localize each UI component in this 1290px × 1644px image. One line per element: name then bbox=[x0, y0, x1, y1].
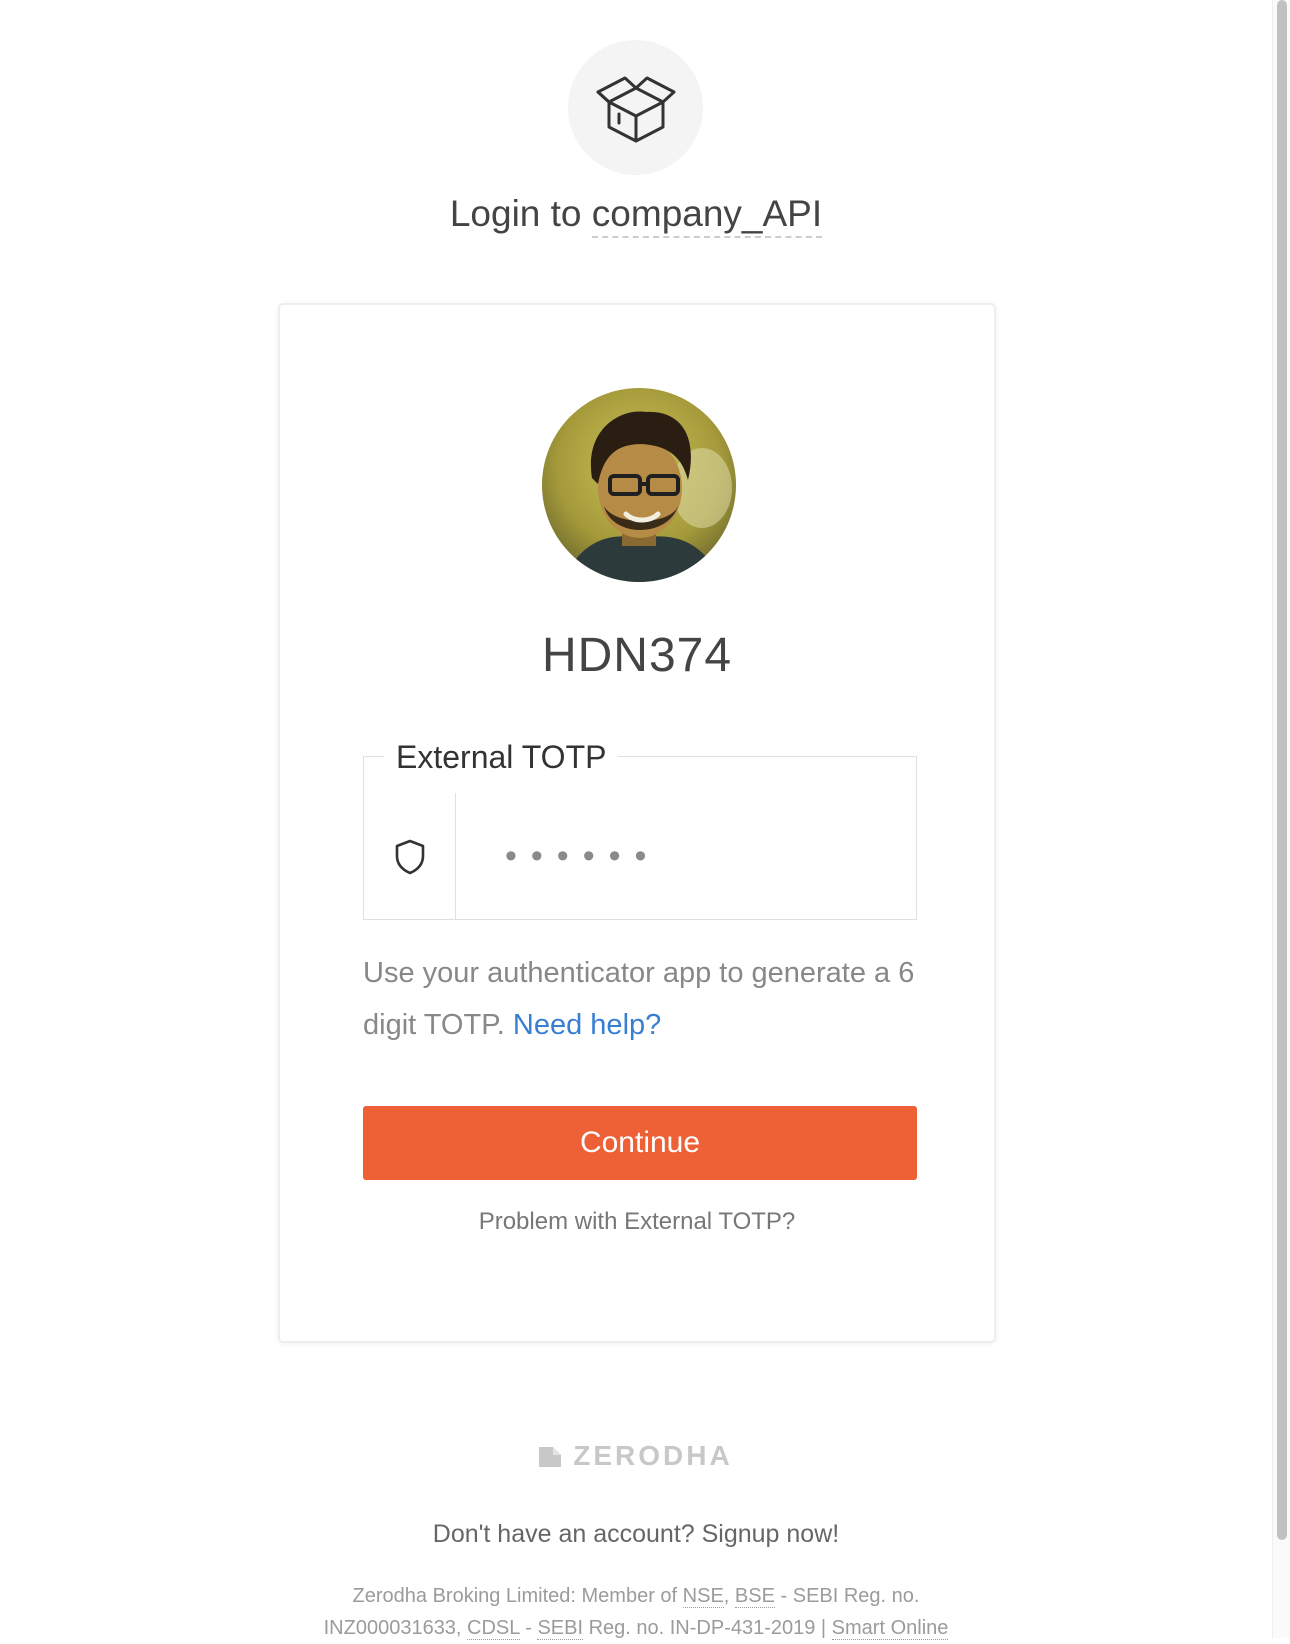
smart-online-link[interactable]: Smart Online bbox=[831, 1617, 949, 1640]
app-logo bbox=[568, 40, 703, 175]
cdsl-link[interactable]: CDSL bbox=[467, 1617, 520, 1640]
legal-text: , bbox=[723, 1585, 735, 1607]
scrollbar[interactable] bbox=[1272, 0, 1290, 1638]
scrollbar-thumb[interactable] bbox=[1277, 0, 1287, 1540]
help-text: Use your authenticator app to generate a… bbox=[363, 947, 923, 1051]
app-name[interactable]: company_API bbox=[591, 193, 823, 238]
bse-link[interactable]: BSE bbox=[734, 1585, 775, 1608]
login-card: HDN374 External TOTP Use your authentica… bbox=[278, 303, 996, 1343]
totp-icon-cell bbox=[364, 793, 456, 920]
signup-link[interactable]: Don't have an account? Signup now! bbox=[0, 1520, 1272, 1549]
user-avatar bbox=[542, 388, 736, 582]
legal-text: Zerodha Broking Limited: Member of bbox=[352, 1585, 683, 1607]
login-title-prefix: Login to bbox=[449, 193, 582, 234]
problem-with-totp-link[interactable]: Problem with External TOTP? bbox=[280, 1208, 994, 1236]
shield-icon bbox=[395, 839, 424, 874]
brand-name: ZERODHA bbox=[573, 1440, 733, 1471]
legal-text: - bbox=[519, 1617, 538, 1639]
login-title: Login to company_API bbox=[0, 192, 1272, 238]
zerodha-logo-icon bbox=[539, 1447, 562, 1467]
totp-label: External TOTP bbox=[384, 737, 619, 777]
continue-button[interactable]: Continue bbox=[363, 1106, 917, 1180]
open-box-icon bbox=[596, 76, 675, 142]
need-help-link[interactable]: Need help? bbox=[513, 1009, 661, 1041]
sebi-link[interactable]: SEBI bbox=[537, 1617, 584, 1640]
totp-input[interactable] bbox=[457, 793, 916, 919]
nse-link[interactable]: NSE bbox=[682, 1585, 724, 1608]
legal-text: Reg. no. IN-DP-431-2019 | bbox=[583, 1617, 832, 1639]
brand-footer-logo: ZERODHA bbox=[0, 1440, 1272, 1472]
user-id: HDN374 bbox=[541, 629, 733, 682]
legal-footer: Zerodha Broking Limited: Member of NSE, … bbox=[300, 1580, 972, 1644]
totp-field: External TOTP bbox=[363, 737, 917, 920]
